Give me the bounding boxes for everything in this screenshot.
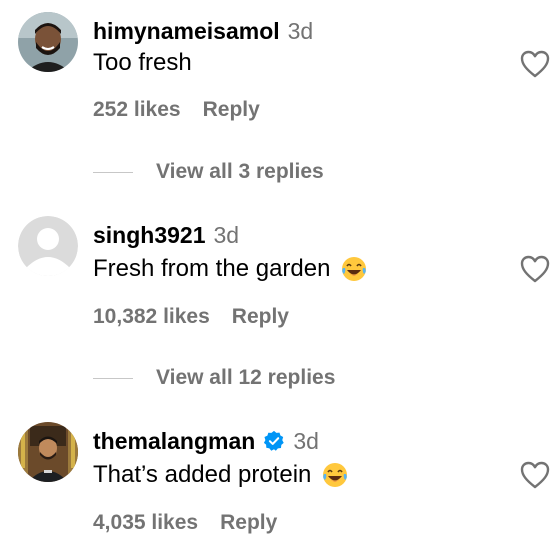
timestamp: 3d [213, 221, 240, 248]
comment-text: Too fresh [93, 47, 192, 79]
divider-line [93, 377, 133, 379]
comment-text-content: That’s added protein [93, 461, 312, 488]
view-replies-button[interactable]: View all 3 replies [93, 157, 324, 187]
timestamp: 3d [293, 427, 319, 454]
avatar[interactable] [18, 422, 78, 482]
comment-text: Fresh from the garden [93, 253, 368, 285]
likes-count[interactable]: 4,035 likes [93, 511, 198, 535]
heart-icon[interactable] [520, 461, 550, 489]
avatar[interactable] [18, 216, 78, 276]
comment-meta: 4,035 likes Reply [93, 509, 277, 537]
heart-icon[interactable] [520, 255, 550, 283]
username[interactable]: themalangman [93, 428, 255, 455]
view-replies-label[interactable]: View all 3 replies [156, 160, 324, 184]
laughing-tears-emoji-icon [342, 257, 367, 281]
username[interactable]: himynameisamol [93, 18, 280, 45]
divider-line [93, 171, 133, 173]
comment-header: himynameisamol 3d [93, 16, 313, 46]
username[interactable]: singh3921 [93, 222, 206, 249]
comment-text: That’s added protein [93, 459, 349, 491]
comment-header: themalangman 3d [93, 426, 319, 456]
timestamp: 3d [287, 17, 314, 44]
comment-meta: 10,382 likes Reply [93, 303, 289, 331]
reply-button[interactable]: Reply [220, 511, 277, 535]
comment-text-content: Fresh from the garden [93, 255, 331, 282]
comment-text-content: Too fresh [93, 49, 192, 76]
likes-count[interactable]: 10,382 likes [93, 305, 210, 329]
heart-icon[interactable] [520, 50, 550, 78]
reply-button[interactable]: Reply [203, 98, 260, 122]
laughing-tears-emoji-icon [323, 463, 348, 487]
avatar[interactable] [18, 12, 78, 72]
likes-count[interactable]: 252 likes [93, 98, 181, 122]
view-replies-button[interactable]: View all 12 replies [93, 363, 335, 393]
verified-badge-icon [264, 430, 285, 451]
comment-meta: 252 likes Reply [93, 96, 260, 124]
reply-button[interactable]: Reply [232, 305, 289, 329]
view-replies-label[interactable]: View all 12 replies [156, 366, 335, 390]
comment-header: singh3921 3d [93, 220, 239, 250]
